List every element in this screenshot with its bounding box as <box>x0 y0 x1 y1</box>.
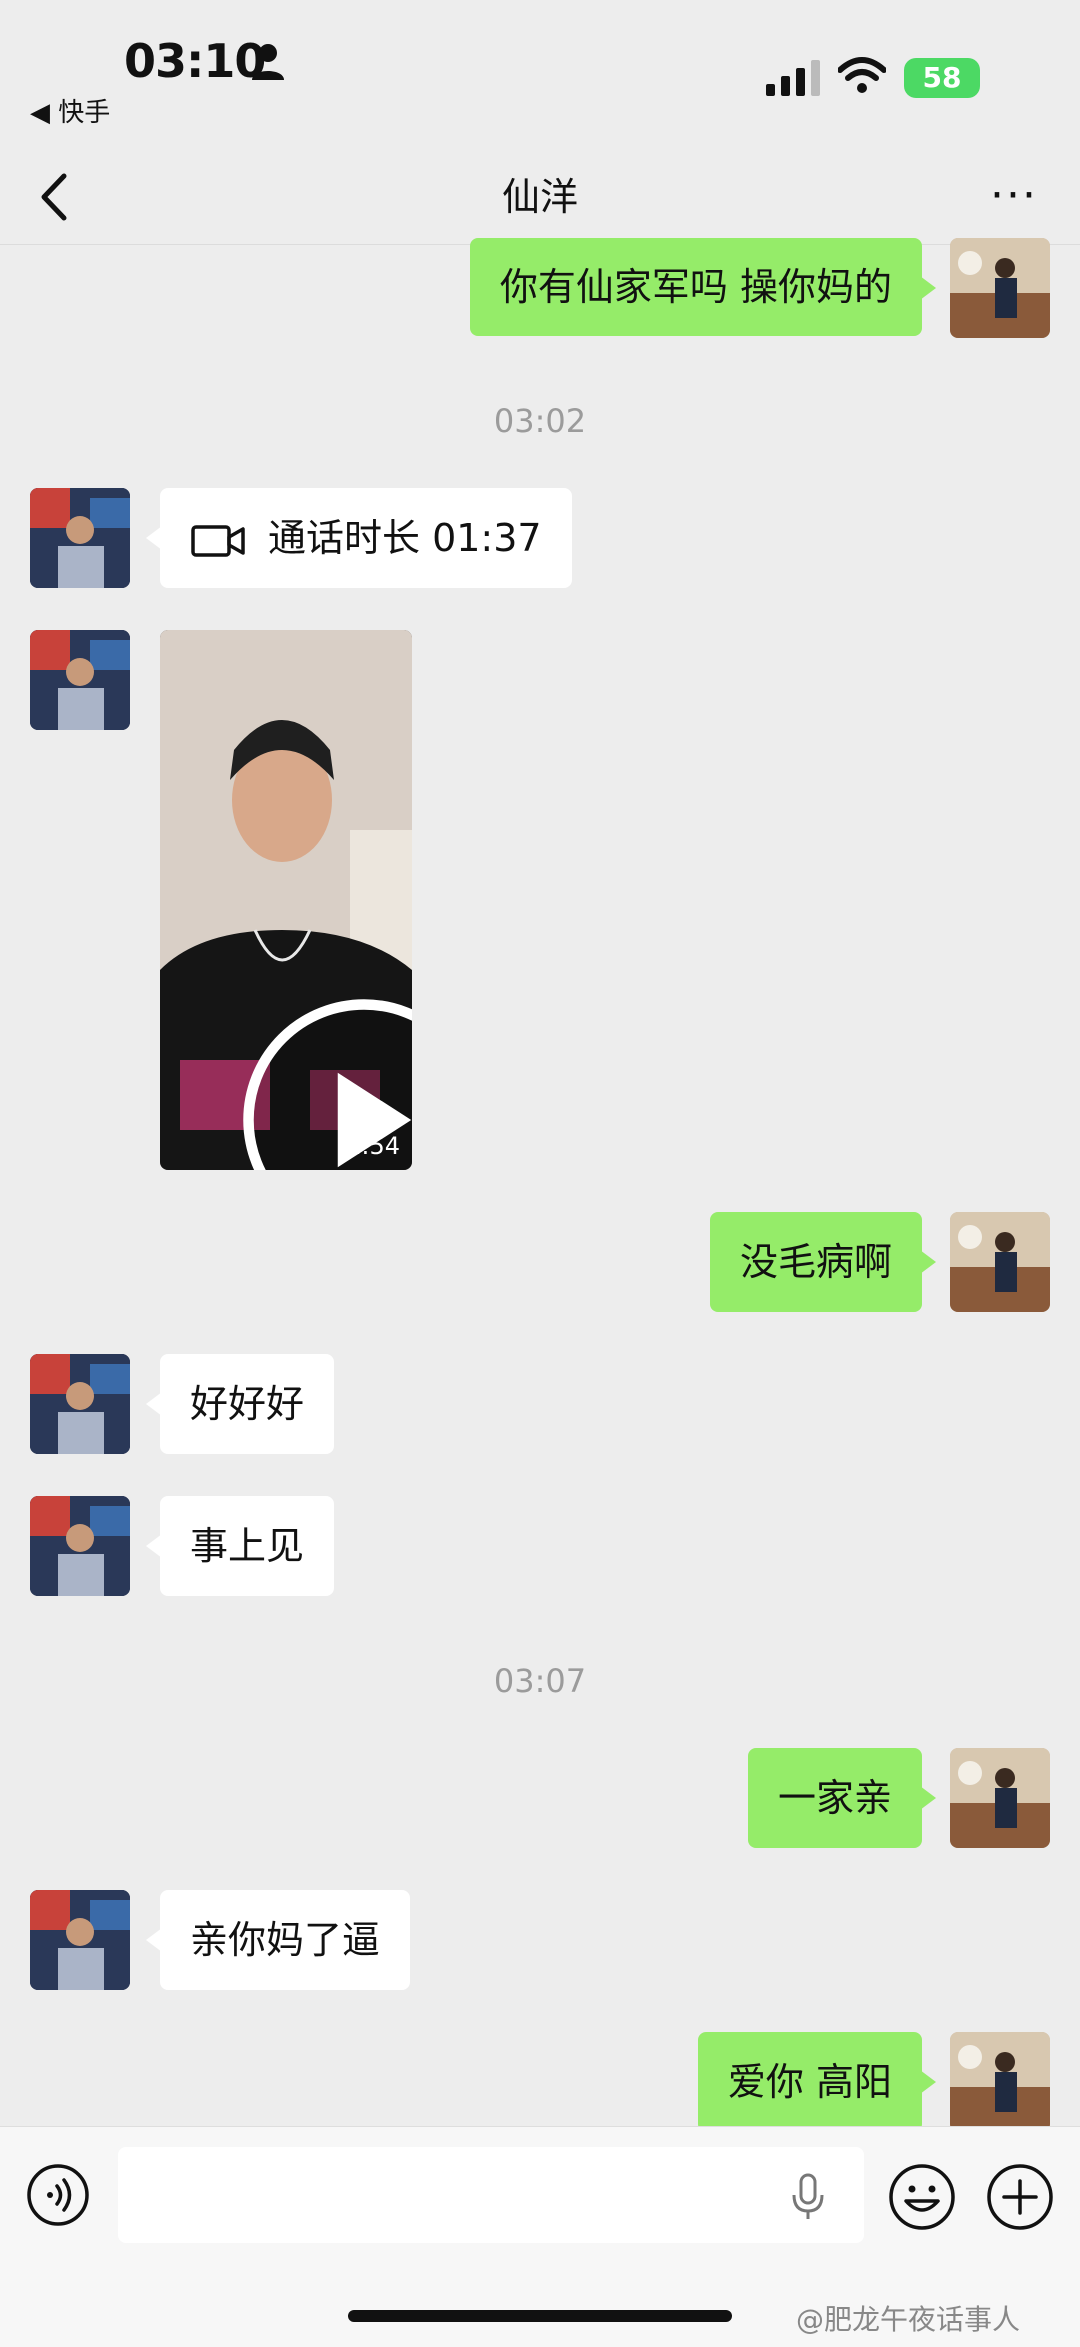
self-avatar[interactable] <box>950 1212 1050 1312</box>
message-input[interactable] <box>118 2147 864 2243</box>
message-text: 亲你妈了逼 <box>190 1918 381 1962</box>
message-text: 没毛病啊 <box>739 1240 892 1284</box>
status-time: 03:10 <box>124 34 266 88</box>
message-text: 你有仙家军吗 操你妈的 <box>499 265 892 309</box>
play-icon[interactable] <box>238 850 412 1170</box>
status-bar: 03:10 ◀ 快手 58 <box>0 0 1080 150</box>
message-bubble-self[interactable]: 你有仙家军吗 操你妈的 <box>469 238 937 336</box>
cellular-signal-icon <box>766 60 820 96</box>
video-duration: 1:54 <box>346 1132 400 1160</box>
contact-avatar[interactable] <box>30 488 130 588</box>
message-bubble-other[interactable]: 事上见 <box>145 1496 335 1596</box>
contact-avatar[interactable] <box>30 1354 130 1454</box>
emoji-icon[interactable] <box>888 2163 956 2231</box>
chat-title: 仙洋 <box>501 175 578 219</box>
timestamp: 03:07 <box>493 1662 587 1700</box>
call-record-bubble[interactable]: 通话时长 01:37 <box>146 488 572 588</box>
message-text: 事上见 <box>190 1524 305 1568</box>
message-text: 一家亲 <box>777 1776 892 1820</box>
plus-icon[interactable] <box>986 2163 1054 2231</box>
message-bubble-self[interactable]: 一家亲 <box>747 1748 937 1848</box>
contact-avatar[interactable] <box>30 1496 130 1596</box>
contact-avatar[interactable] <box>30 1890 130 1990</box>
back-to-app-link[interactable]: ◀ 快手 <box>30 92 110 129</box>
self-avatar[interactable] <box>950 1748 1050 1848</box>
video-call-icon <box>191 524 245 557</box>
message-bubble-other[interactable]: 好好好 <box>145 1354 335 1454</box>
video-message[interactable]: 1:54 <box>160 630 412 1170</box>
person-icon <box>252 44 284 80</box>
message-bubble-self[interactable]: 爱你 高阳 <box>697 2032 937 2132</box>
message-bubble-other[interactable]: 亲你妈了逼 <box>145 1890 411 1990</box>
self-avatar[interactable] <box>950 2032 1050 2132</box>
call-duration-text: 通话时长 01:37 <box>268 516 542 560</box>
microphone-icon[interactable] <box>790 2173 826 2221</box>
timestamp: 03:02 <box>493 402 587 440</box>
message-text: 爱你 高阳 <box>727 2060 892 2104</box>
message-text: 好好好 <box>190 1382 305 1426</box>
more-options-button[interactable]: ··· <box>986 174 1042 218</box>
chat-header: 仙洋 ··· <box>0 150 1080 245</box>
voice-input-icon[interactable] <box>26 2163 90 2227</box>
self-avatar[interactable] <box>950 238 1050 338</box>
home-indicator[interactable] <box>348 2310 732 2322</box>
battery-indicator: 58 <box>904 58 980 98</box>
message-bubble-self[interactable]: 没毛病啊 <box>709 1212 937 1312</box>
watermark: @肥龙午夜话事人 <box>796 2303 1021 2336</box>
wifi-icon <box>838 57 886 93</box>
contact-avatar[interactable] <box>30 630 130 730</box>
